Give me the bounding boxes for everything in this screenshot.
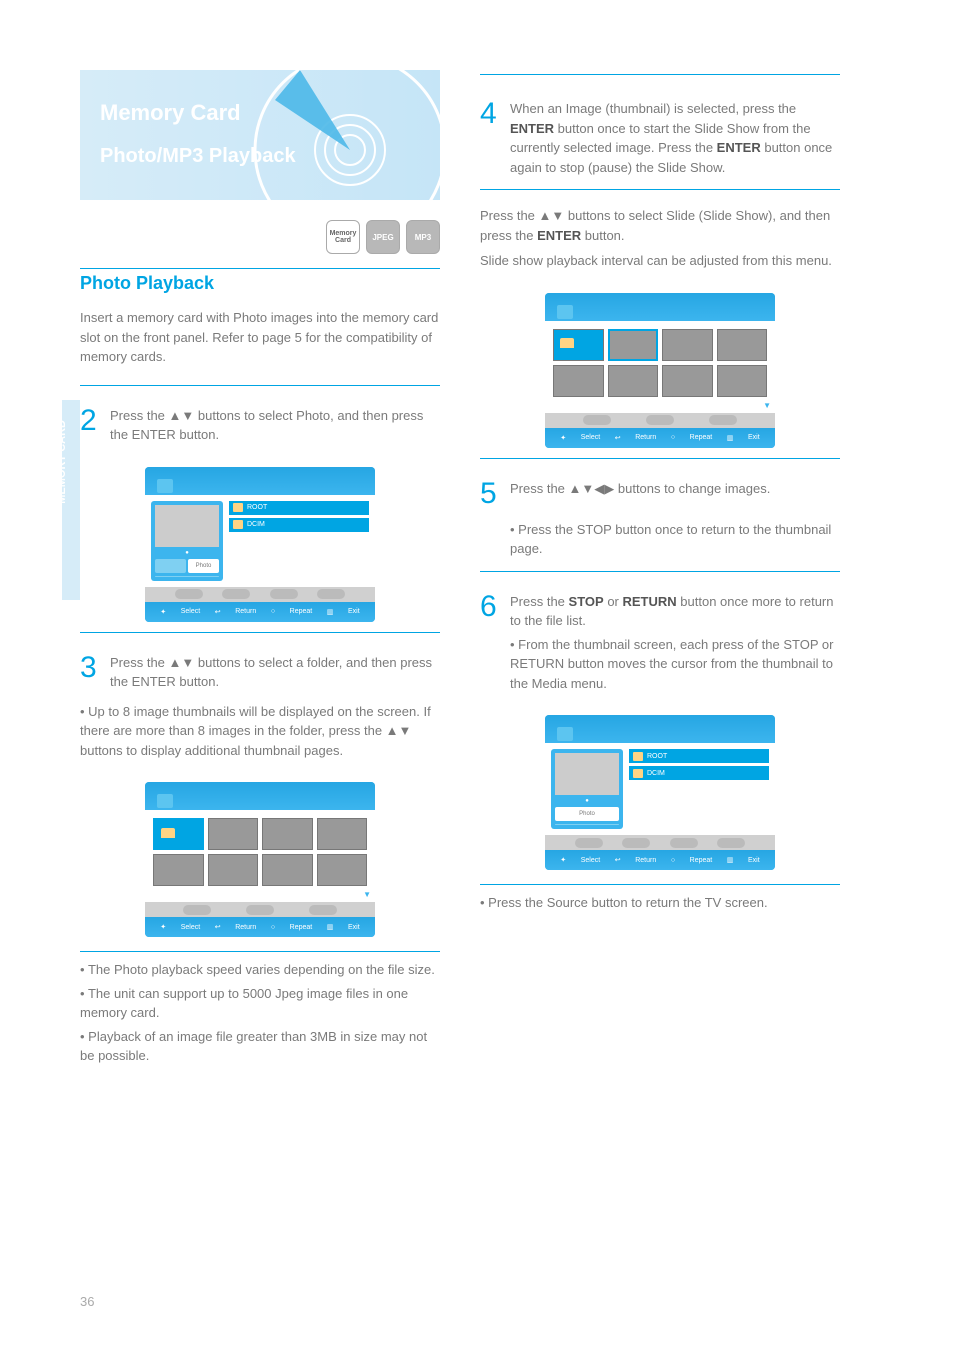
step-5-block: 5 Press the ▲▼◀▶ buttons to change image… — [480, 458, 840, 571]
step-num-4: 4 — [480, 91, 502, 136]
step-3-text: Press the ▲▼ buttons to select a folder,… — [110, 645, 440, 692]
screenshot-file-list-2: ● Photo ROOT DCIM ✦Select ↩Return ○Repea… — [545, 715, 775, 870]
step-5-text: Press the ▲▼◀▶ buttons to change images. — [510, 471, 840, 499]
step-num-6: 6 — [480, 584, 502, 629]
step-4-text: When an Image (thumbnail) is selected, p… — [510, 91, 840, 177]
step-4-block: 4 When an Image (thumbnail) is selected,… — [480, 79, 840, 189]
side-tab-label: MEMORY CARD — [56, 420, 68, 504]
intro-text: Insert a memory card with Photo images i… — [80, 308, 440, 367]
after-step-4-block: Press the ▲▼ buttons to select Slide (Sl… — [480, 189, 840, 283]
screenshot-file-list: ● Photo ROOT DCIM ✦Select ↩Return — [145, 467, 375, 622]
section-title-photo-playback: Photo Playback — [80, 273, 440, 294]
page-number: 36 — [80, 1294, 94, 1309]
disc-icon — [220, 70, 440, 200]
header-banner: Memory Card Photo/MP3 Playback — [80, 70, 440, 200]
jpeg-icon: JPEG — [366, 220, 400, 254]
step-2-block: 2 Press the ▲▼ buttons to select Photo, … — [80, 385, 440, 457]
step-3-block: 3 Press the ▲▼ buttons to select a folde… — [80, 632, 440, 773]
step-6-block: 6 Press the STOP or RETURN button once m… — [480, 571, 840, 706]
step-num-5: 5 — [480, 471, 502, 516]
step-num-2: 2 — [80, 398, 102, 443]
step-num-3: 3 — [80, 645, 102, 690]
screenshot-thumbnail-grid: ▼ ✦Select ↩Return ○Repeat ▥Exit — [145, 782, 375, 937]
memory-card-icon: Memory Card — [326, 220, 360, 254]
step-2-text: Press the ▲▼ buttons to select Photo, an… — [110, 398, 440, 445]
screenshot-thumbnail-grid-2: ▼ ✦Select ↩Return ○Repeat ▥Exit — [545, 293, 775, 448]
mp3-icon: MP3 — [406, 220, 440, 254]
step-6-text: Press the STOP or RETURN button once mor… — [510, 584, 840, 631]
